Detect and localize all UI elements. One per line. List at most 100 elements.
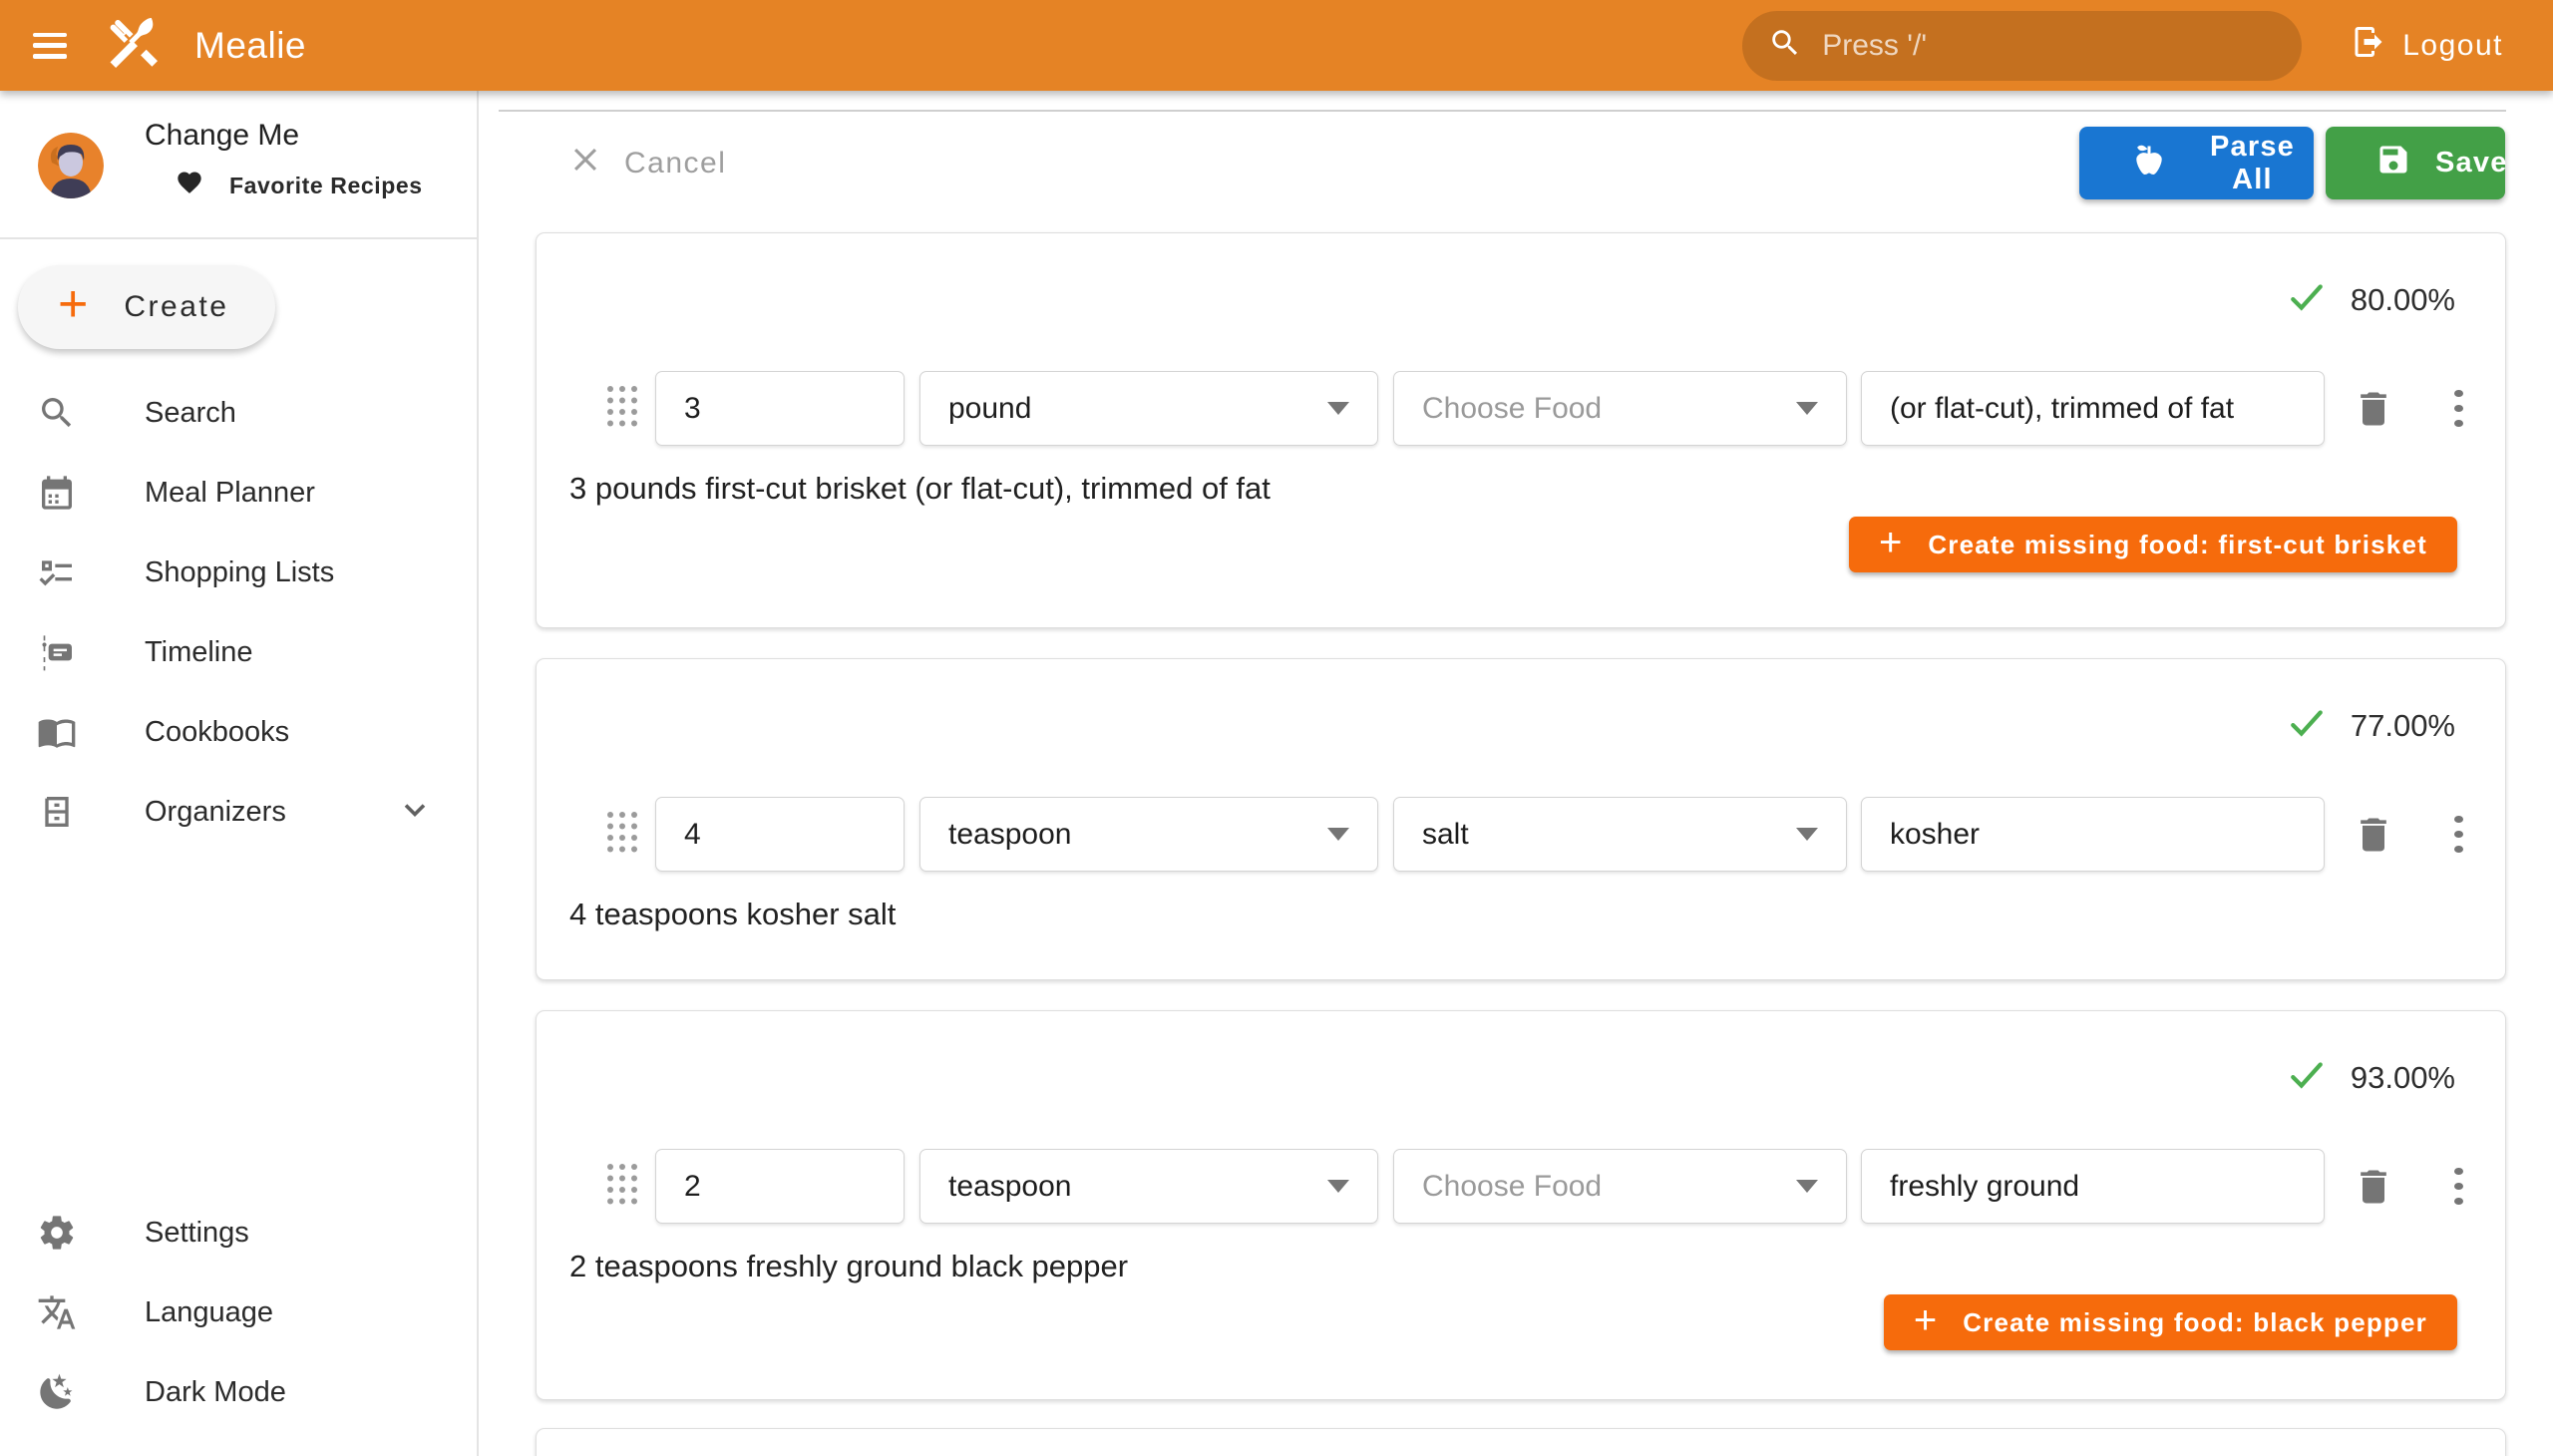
content-divider xyxy=(499,110,2506,112)
user-name: Change Me xyxy=(145,119,299,153)
unit-value: teaspoon xyxy=(948,1170,1071,1204)
menu-down-icon xyxy=(1327,1180,1349,1193)
quantity-input[interactable] xyxy=(655,1149,905,1224)
sidebar-item-dark-mode[interactable]: Dark Mode xyxy=(0,1352,477,1432)
create-missing-food-label: Create missing food: first-cut brisket xyxy=(1928,530,2427,560)
food-select[interactable]: Choose Food xyxy=(1393,371,1847,446)
original-ingredient-text: 4 teaspoons kosher salt xyxy=(569,897,2505,932)
chevron-down-icon[interactable] xyxy=(397,792,433,833)
food-select[interactable]: Choose Food xyxy=(1393,1149,1847,1224)
sidebar-item-organizers[interactable]: Organizers xyxy=(0,772,477,852)
page-title: Mealie xyxy=(194,25,306,67)
original-ingredient-text: 3 pounds first-cut brisket (or flat-cut)… xyxy=(569,471,2505,507)
quantity-input[interactable] xyxy=(655,371,905,446)
logout-label: Logout xyxy=(2402,29,2503,63)
sidebar-item-label: Search xyxy=(145,397,236,430)
user-profile[interactable]: Change Me Favorite Recipes xyxy=(0,91,477,237)
drag-handle-icon[interactable] xyxy=(604,808,640,861)
create-button[interactable]: + Create xyxy=(18,265,275,349)
app-header: Mealie Logout xyxy=(0,0,2553,91)
ingredient-card: 77.00% teaspoon salt 4 teaspoons kosher … xyxy=(536,658,2506,980)
confidence-row: 93.00% xyxy=(537,1011,2505,1099)
sidebar-item-timeline[interactable]: Timeline xyxy=(0,612,477,692)
create-label: Create xyxy=(124,290,228,324)
translate-icon xyxy=(37,1292,77,1332)
calendar-icon xyxy=(37,473,77,513)
sidebar-item-language[interactable]: Language xyxy=(0,1273,477,1352)
create-missing-food-button[interactable]: + Create missing food: first-cut brisket xyxy=(1849,517,2457,572)
sidebar-item-shopping-lists[interactable]: Shopping Lists xyxy=(0,533,477,612)
sidebar-item-label: Settings xyxy=(145,1217,249,1250)
favorite-recipes-link[interactable]: Favorite Recipes xyxy=(150,169,423,202)
cancel-button[interactable]: Cancel xyxy=(547,127,726,199)
unit-select[interactable]: teaspoon xyxy=(919,797,1378,872)
unit-select[interactable]: teaspoon xyxy=(919,1149,1378,1224)
ingredient-card: 80.00% pound Choose Food 3 pounds first-… xyxy=(536,232,2506,628)
sidebar-item-label: Timeline xyxy=(145,636,253,669)
close-icon xyxy=(568,143,602,184)
sidebar-item-cookbooks[interactable]: Cookbooks xyxy=(0,692,477,772)
menu-down-icon xyxy=(1796,402,1818,415)
cancel-label: Cancel xyxy=(624,147,726,181)
moon-stars-icon xyxy=(37,1372,77,1412)
sidebar-item-meal-planner[interactable]: Meal Planner xyxy=(0,453,477,533)
apple-icon xyxy=(2131,142,2167,185)
search-input[interactable] xyxy=(1822,29,2276,63)
avatar xyxy=(38,133,104,198)
search-icon xyxy=(37,393,77,433)
note-input[interactable] xyxy=(1861,1149,2325,1224)
plus-icon: + xyxy=(1879,523,1902,562)
sidebar-item-label: Language xyxy=(145,1296,273,1329)
menu-down-icon xyxy=(1327,828,1349,841)
logout-icon xyxy=(2351,24,2386,68)
sidebar: Change Me Favorite Recipes + Create Sear… xyxy=(0,91,479,1456)
favorite-recipes-label: Favorite Recipes xyxy=(229,173,423,199)
note-input[interactable] xyxy=(1861,371,2325,446)
food-placeholder: Choose Food xyxy=(1422,1170,1602,1204)
menu-icon[interactable] xyxy=(33,33,67,59)
note-input[interactable] xyxy=(1861,797,2325,872)
sidebar-item-search[interactable]: Search xyxy=(0,373,477,453)
confidence-value: 93.00% xyxy=(2351,1060,2455,1096)
confidence-row: 80.00% xyxy=(537,233,2505,321)
create-missing-food-button[interactable]: + Create missing food: black pepper xyxy=(1884,1294,2457,1350)
sidebar-nav: Search Meal Planner Shopping Lists Timel… xyxy=(0,373,477,852)
search-bar[interactable] xyxy=(1742,11,2302,81)
plus-icon: + xyxy=(58,278,88,330)
delete-button[interactable] xyxy=(2351,812,2396,858)
ingredient-fields: pound Choose Food xyxy=(537,371,2505,446)
drag-handle-icon[interactable] xyxy=(604,1160,640,1213)
unit-select[interactable]: pound xyxy=(919,371,1378,446)
parse-all-button[interactable]: Parse All xyxy=(2079,127,2314,199)
unit-value: pound xyxy=(948,392,1031,426)
food-select[interactable]: salt xyxy=(1393,797,1847,872)
menu-down-icon xyxy=(1796,828,1818,841)
drag-handle-icon[interactable] xyxy=(604,382,640,435)
search-icon xyxy=(1768,26,1802,65)
sidebar-divider xyxy=(0,237,477,239)
parse-all-label: Parse All xyxy=(2191,131,2314,196)
check-icon xyxy=(2288,278,2326,321)
sidebar-item-label: Organizers xyxy=(145,796,286,829)
confidence-value: 77.00% xyxy=(2351,708,2455,744)
silverware-logo-icon xyxy=(103,11,163,80)
sidebar-item-label: Dark Mode xyxy=(145,1376,286,1409)
delete-button[interactable] xyxy=(2351,386,2396,432)
file-cabinet-icon xyxy=(37,792,77,832)
quantity-input[interactable] xyxy=(655,797,905,872)
food-value: salt xyxy=(1422,818,1469,852)
ingredient-card-partial xyxy=(536,1428,2506,1456)
original-ingredient-text: 2 teaspoons freshly ground black pepper xyxy=(569,1249,2505,1284)
kebab-menu-button[interactable] xyxy=(2438,386,2478,432)
list-checks-icon xyxy=(37,552,77,592)
delete-button[interactable] xyxy=(2351,1164,2396,1210)
sidebar-item-label: Cookbooks xyxy=(145,716,289,749)
sidebar-item-settings[interactable]: Settings xyxy=(0,1193,477,1273)
save-button[interactable]: Save xyxy=(2326,127,2505,199)
logout-button[interactable]: Logout xyxy=(2335,24,2503,68)
save-icon xyxy=(2375,142,2411,185)
kebab-menu-button[interactable] xyxy=(2438,1164,2478,1210)
app-logo[interactable]: Mealie xyxy=(103,11,306,80)
kebab-menu-button[interactable] xyxy=(2438,812,2478,858)
create-missing-food-label: Create missing food: black pepper xyxy=(1963,1307,2427,1338)
